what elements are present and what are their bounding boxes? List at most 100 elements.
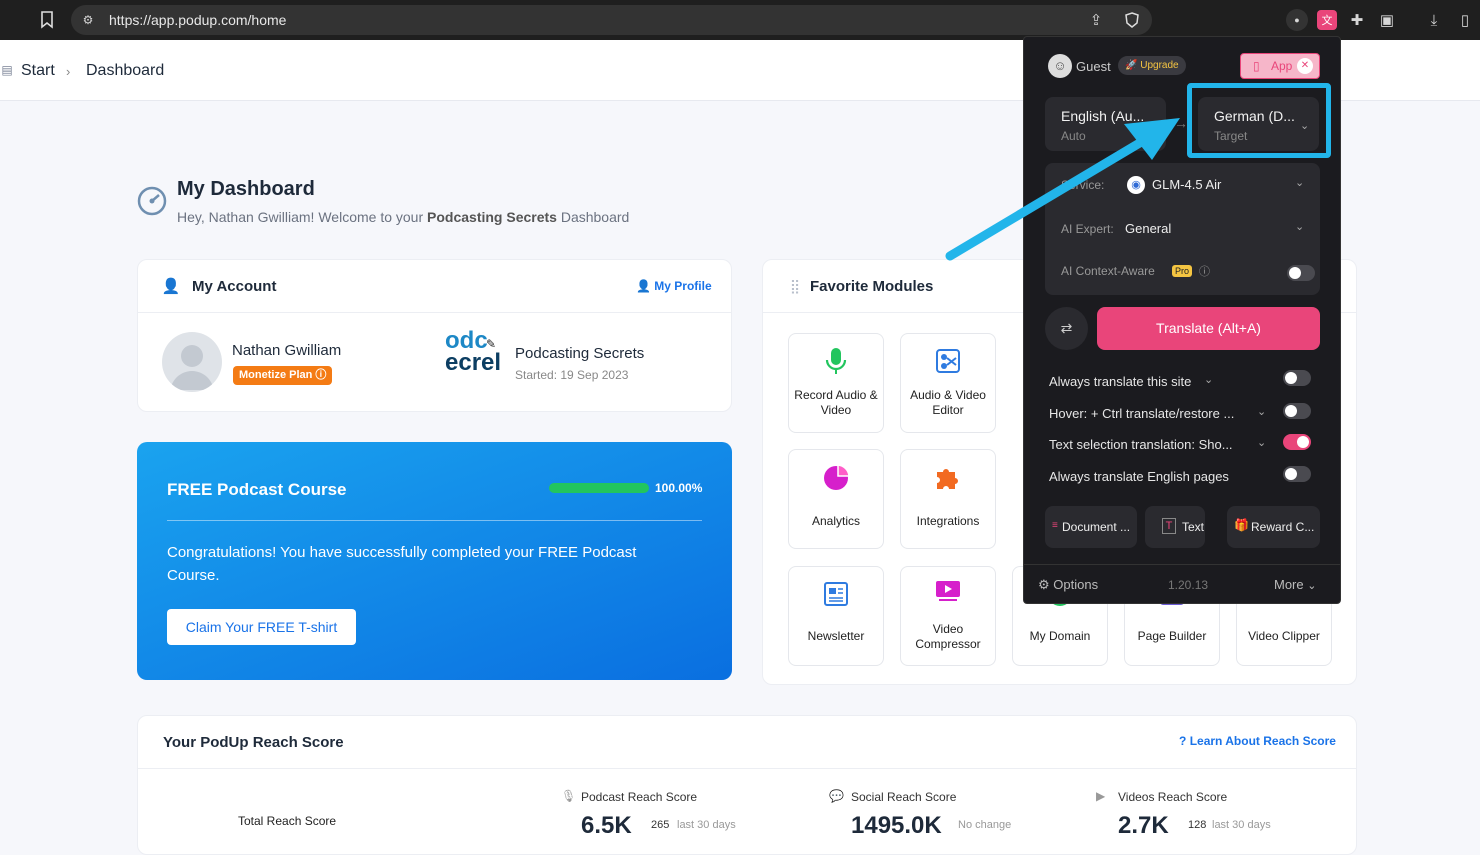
share-icon[interactable]: ⇪ bbox=[1087, 11, 1105, 29]
chevron-down-icon[interactable]: ⌄ bbox=[1257, 405, 1266, 418]
setting-label: Always translate this site bbox=[1049, 374, 1192, 389]
module-integrations[interactable]: Integrations bbox=[900, 449, 996, 549]
course-progress-label: 100.00% bbox=[655, 481, 703, 495]
course-progress-bar bbox=[549, 483, 649, 493]
sidebar-toggle-icon[interactable]: ▯ bbox=[1455, 10, 1475, 30]
mic-small-icon: 🎙 bbox=[561, 789, 577, 803]
more-button[interactable]: More ⌄ bbox=[1274, 577, 1316, 592]
translate-button[interactable]: Translate (Alt+A) bbox=[1097, 307, 1320, 350]
pro-badge: Pro bbox=[1172, 265, 1193, 277]
social-reach-note: No change bbox=[958, 819, 1012, 831]
podcast-reach-delta: 265 bbox=[651, 819, 670, 831]
my-account-title: My Account bbox=[192, 278, 277, 295]
grid-icon: ⣿ bbox=[789, 277, 801, 294]
podcast-reach-value: 6.5K bbox=[581, 812, 632, 839]
edit-pencil-icon[interactable]: ✎ bbox=[484, 337, 498, 351]
module-audio-video-editor[interactable]: Audio & Video Editor bbox=[900, 333, 996, 433]
module-label: Video Clipper bbox=[1248, 629, 1320, 643]
app-button-label: App bbox=[1271, 59, 1293, 73]
extensions-puzzle-icon[interactable]: ✚ bbox=[1347, 10, 1367, 30]
my-account-card: 👤 My Account 👤 My Profile Nathan Gwillia… bbox=[137, 259, 732, 412]
translate-english-toggle[interactable] bbox=[1283, 466, 1311, 482]
module-video-compressor[interactable]: Video Compressor bbox=[900, 566, 996, 666]
address-bar[interactable]: ⚙ https://app.podup.com/home ⇪ bbox=[71, 5, 1152, 35]
home-icon[interactable]: ▤ bbox=[0, 62, 14, 78]
source-language-select[interactable]: English (Au... Auto bbox=[1045, 97, 1166, 151]
reward-button[interactable]: 🎁 Reward C... bbox=[1227, 506, 1320, 548]
learn-link-label: Learn About Reach Score bbox=[1189, 734, 1336, 748]
source-language-sub: Auto bbox=[1061, 129, 1086, 143]
dashboard-gauge-icon bbox=[137, 186, 167, 216]
context-aware-label: AI Context-Aware bbox=[1061, 264, 1155, 278]
breadcrumb-start[interactable]: Start bbox=[21, 62, 55, 80]
social-reach-label: Social Reach Score bbox=[851, 790, 957, 804]
version-label: 1.20.13 bbox=[1168, 578, 1209, 592]
user-icon: 👤 bbox=[161, 278, 181, 295]
guest-avatar: ☺ bbox=[1048, 54, 1072, 78]
my-profile-link[interactable]: 👤 My Profile bbox=[636, 279, 712, 293]
module-label: Newsletter bbox=[807, 629, 865, 643]
app-button[interactable]: ▯ App ✕ bbox=[1240, 53, 1320, 79]
free-course-card: FREE Podcast Course 100.00% Congratulati… bbox=[137, 442, 732, 680]
translate-mode-icon[interactable]: ⇄ bbox=[1045, 307, 1088, 350]
target-highlight-box bbox=[1187, 83, 1331, 158]
reader-mode-icon[interactable]: ▣ bbox=[1377, 10, 1397, 30]
microphone-icon bbox=[824, 346, 848, 381]
module-label: Video Compressor bbox=[915, 622, 981, 651]
breadcrumb-separator-icon: › bbox=[66, 64, 71, 79]
chevron-down-icon[interactable]: ⌄ bbox=[1204, 373, 1213, 386]
divider bbox=[138, 312, 731, 313]
translator-extension-icon[interactable]: 文 bbox=[1317, 10, 1337, 30]
browser-toolbar: ⚙ https://app.podup.com/home ⇪ ● 文 ✚ ▣ ⤓… bbox=[0, 0, 1480, 40]
document-button[interactable]: ≡ Document ... bbox=[1045, 506, 1137, 548]
download-icon[interactable]: ⤓ bbox=[1424, 10, 1444, 30]
bookmark-icon[interactable] bbox=[37, 10, 57, 30]
editor-icon bbox=[935, 347, 961, 380]
options-button[interactable]: ⚙ Options bbox=[1038, 577, 1098, 593]
breadcrumb-current: Dashboard bbox=[86, 62, 165, 79]
chevron-down-icon: ⌄ bbox=[1295, 221, 1305, 233]
service-settings-box: Service: ◉ GLM-4.5 Air ⌄ AI Expert: Gene… bbox=[1045, 163, 1320, 295]
podcast-name: Podcasting Secrets bbox=[515, 345, 645, 362]
module-analytics[interactable]: Analytics bbox=[788, 449, 884, 549]
learn-reach-score-link[interactable]: ? Learn About Reach Score bbox=[1179, 734, 1336, 748]
info-icon[interactable]: ⓘ bbox=[1199, 263, 1210, 279]
setting-label: Hover: + Ctrl translate/restore ... bbox=[1049, 406, 1235, 421]
module-label: Audio & Video Editor bbox=[910, 388, 986, 417]
course-progress-fill bbox=[549, 483, 649, 493]
help-icon[interactable]: ⓘ bbox=[315, 369, 326, 381]
ai-expert-select[interactable]: General ⌄ bbox=[1125, 220, 1317, 238]
greeting-suffix: Dashboard bbox=[556, 209, 630, 225]
extension-dot-icon[interactable]: ● bbox=[1286, 9, 1308, 31]
gear-icon: ⚙ bbox=[1038, 577, 1050, 592]
newsletter-icon bbox=[822, 580, 850, 613]
claim-tshirt-button[interactable]: Claim Your FREE T-shirt bbox=[167, 609, 356, 645]
avatar bbox=[162, 332, 222, 392]
source-language-label: English (Au... bbox=[1061, 108, 1145, 124]
text-selection-toggle[interactable] bbox=[1283, 434, 1311, 450]
context-aware-toggle[interactable] bbox=[1287, 265, 1315, 281]
hover-translate-toggle[interactable] bbox=[1283, 403, 1311, 419]
video-small-icon: ▶ bbox=[1096, 789, 1106, 803]
service-value: GLM-4.5 Air bbox=[1152, 177, 1222, 192]
brave-shield-icon[interactable] bbox=[1123, 11, 1141, 29]
service-select[interactable]: ◉ GLM-4.5 Air ⌄ bbox=[1127, 176, 1317, 194]
close-icon[interactable]: ✕ bbox=[1297, 58, 1313, 74]
upgrade-badge[interactable]: 🚀 Upgrade bbox=[1118, 56, 1186, 75]
my-profile-label: My Profile bbox=[654, 279, 712, 293]
module-label: Page Builder bbox=[1137, 629, 1207, 643]
profile-person-icon: 👤 bbox=[636, 279, 651, 293]
reach-score-title: Your PodUp Reach Score bbox=[163, 734, 344, 751]
setting-label: Always translate English pages bbox=[1049, 469, 1229, 484]
text-button[interactable]: T Text bbox=[1145, 506, 1205, 548]
site-settings-icon[interactable]: ⚙ bbox=[79, 12, 97, 28]
videos-reach-value: 2.7K bbox=[1118, 812, 1169, 839]
podcast-reach-label: Podcast Reach Score bbox=[581, 790, 698, 804]
compress-icon bbox=[934, 577, 962, 608]
chevron-down-icon[interactable]: ⌄ bbox=[1257, 436, 1266, 449]
setting-label: Text selection translation: Sho... bbox=[1049, 437, 1233, 452]
module-newsletter[interactable]: Newsletter bbox=[788, 566, 884, 666]
always-translate-site-toggle[interactable] bbox=[1283, 370, 1311, 386]
swap-arrow-icon[interactable]: → bbox=[1174, 115, 1188, 131]
module-record-audio-video[interactable]: Record Audio & Video bbox=[788, 333, 884, 433]
